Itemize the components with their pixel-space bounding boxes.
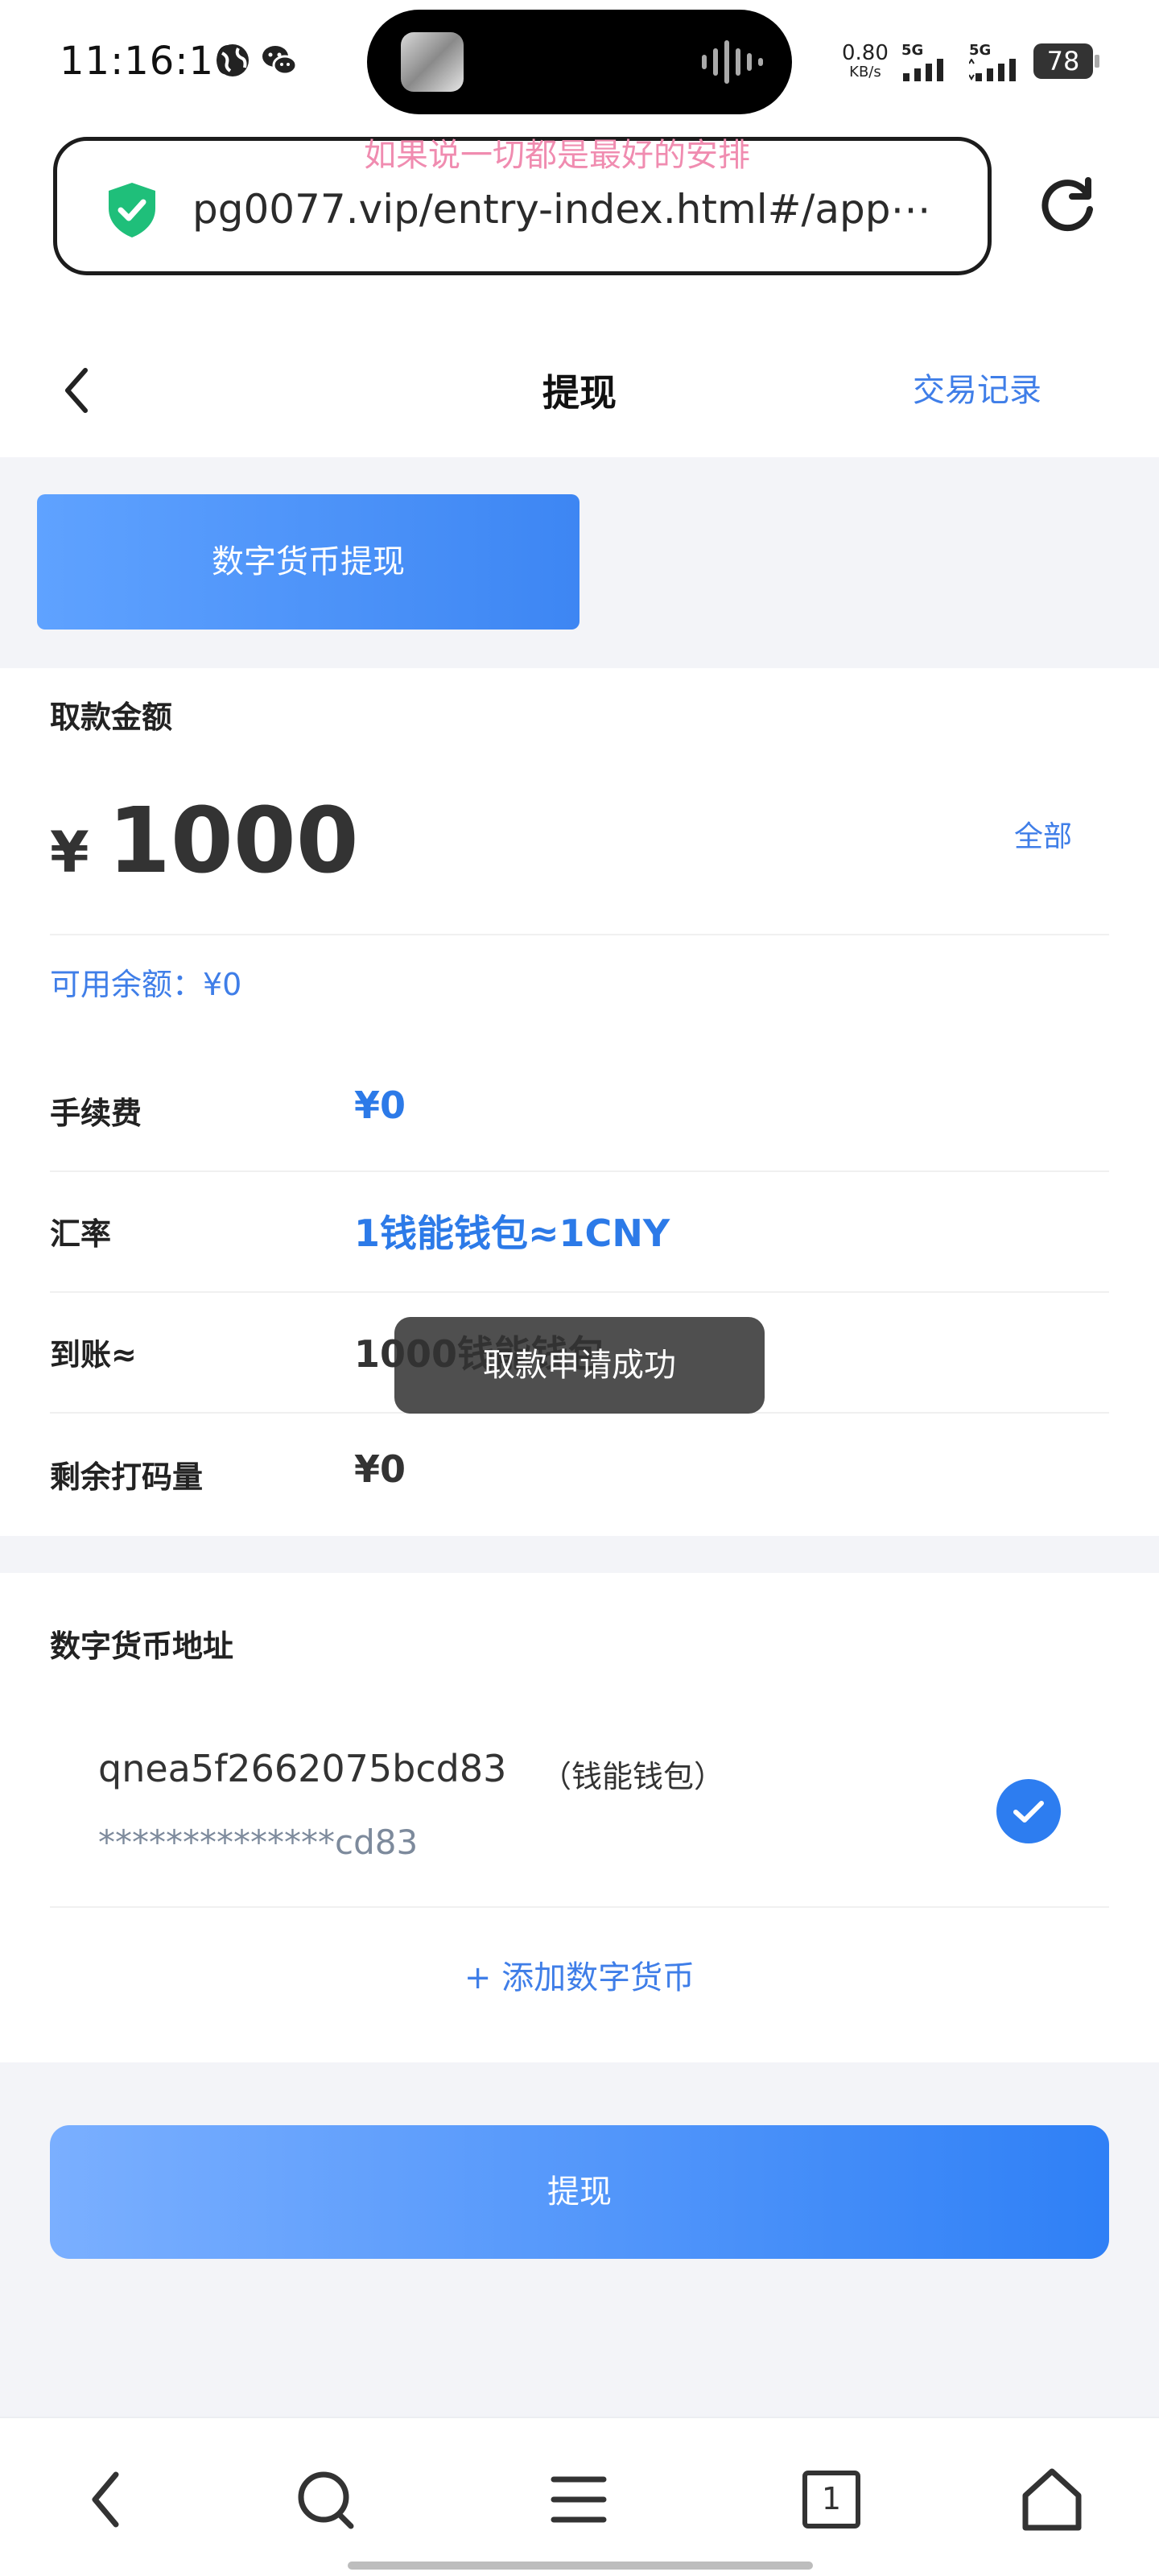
net-speed-value: 0.80 [842, 41, 889, 65]
battery-icon: 78 [1033, 43, 1099, 79]
divider [50, 1170, 1109, 1172]
search-icon[interactable] [290, 2463, 362, 2536]
dynamic-island [367, 10, 792, 114]
divider [50, 1291, 1109, 1293]
add-crypto-link[interactable]: + 添加数字货币 [0, 1951, 1159, 1998]
available-balance: 可用余额：¥0 [50, 967, 242, 1002]
signal-icon: 5G [968, 42, 1025, 86]
signal-icon: 5G [901, 42, 953, 86]
withdraw-submit-button[interactable]: 提现 [50, 2125, 1109, 2259]
signal-label: 5G [969, 42, 992, 59]
shield-check-icon [109, 183, 155, 237]
wechat-icon [262, 46, 298, 76]
divider [50, 934, 1109, 935]
transactions-link[interactable]: 交易记录 [913, 364, 1041, 411]
tabs-icon[interactable]: 1 [795, 2463, 868, 2536]
reload-icon[interactable] [1035, 174, 1099, 238]
rate-label: 汇率 [50, 1216, 112, 1252]
address-name: qnea5f2662075bcd83 [98, 1747, 507, 1790]
wager-label: 剩余打码量 [50, 1459, 204, 1495]
network-speed: 0.80 KB/s [842, 43, 889, 82]
selected-check-icon[interactable] [996, 1779, 1061, 1843]
marquee-text: 如果说一切都是最好的安排 [364, 137, 750, 174]
fee-value: ¥0 [354, 1084, 406, 1127]
net-speed-unit: KB/s [849, 64, 881, 80]
home-indicator[interactable] [348, 2562, 813, 2570]
section-gap [0, 1536, 1159, 1573]
wallet-tag: （钱能钱包） [541, 1759, 725, 1794]
address-section: 数字货币地址 qnea5f2662075bcd83 （钱能钱包） *******… [0, 1573, 1159, 2062]
rate-value: 1钱能钱包≈1CNY [354, 1212, 670, 1255]
amount-label: 取款金额 [50, 700, 173, 735]
withdraw-all-link[interactable]: 全部 [1014, 813, 1072, 855]
audio-wave-icon [702, 40, 763, 84]
tab-crypto-withdraw[interactable]: 数字货币提现 [37, 494, 580, 630]
signal-label: 5G [901, 42, 924, 59]
tab-count: 1 [821, 2481, 842, 2516]
page-header: 提现 交易记录 [0, 322, 1159, 457]
nav-back-icon[interactable] [71, 2463, 143, 2536]
menu-icon[interactable] [542, 2463, 615, 2536]
home-icon[interactable] [1016, 2463, 1088, 2536]
address-section-label: 数字货币地址 [50, 1629, 234, 1664]
toast-message: 取款申请成功 [394, 1317, 765, 1414]
url-text[interactable]: pg0077.vip/entry-index.html#/app⋯ [192, 186, 957, 233]
status-bar: 11:16:16 0.80 KB/s 5G 5G 78 [0, 0, 1159, 129]
currency-symbol: ¥ [50, 819, 89, 886]
battery-level: 78 [1033, 43, 1093, 79]
media-thumbnail [401, 32, 464, 92]
wager-value: ¥0 [354, 1447, 406, 1491]
withdraw-method-tabs: 数字货币提现 [0, 457, 1159, 668]
status-time: 11:16:16 [60, 39, 240, 84]
globe-icon [217, 44, 249, 76]
amount-input[interactable]: 1000 [108, 789, 359, 894]
browser-nav-bar: 1 [0, 2417, 1159, 2576]
fee-label: 手续费 [50, 1096, 142, 1131]
divider [50, 1906, 1109, 1908]
address-masked: **************cd83 [98, 1823, 419, 1862]
arrival-label: 到账≈ [50, 1337, 137, 1373]
